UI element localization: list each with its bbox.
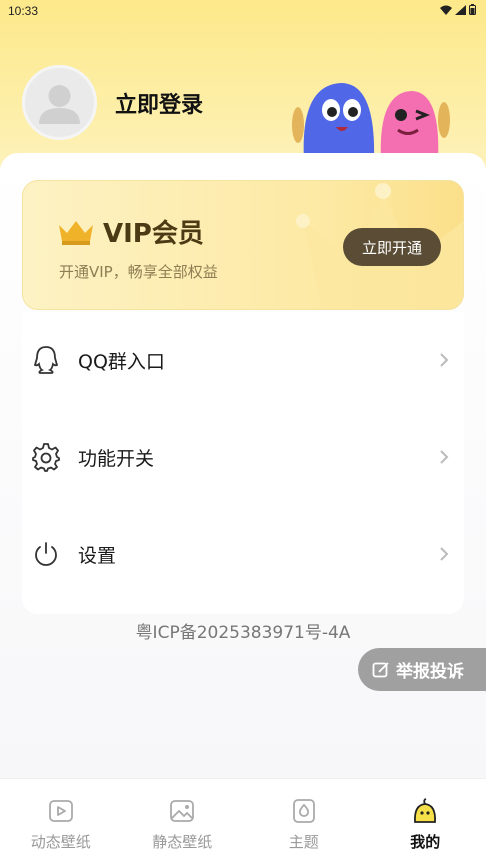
vip-title-row: VIP会员 — [57, 213, 204, 250]
profile-section[interactable]: 立即登录 — [22, 65, 203, 140]
battery-icon — [469, 4, 476, 15]
report-label: 举报投诉 — [396, 662, 464, 682]
chevron-right-icon — [440, 353, 449, 367]
crown-icon — [59, 220, 93, 245]
open-vip-button[interactable]: 立即开通 — [343, 228, 441, 266]
tab-dynamic-wallpaper[interactable]: 动态壁纸 — [0, 779, 122, 864]
tab-label: 我的 — [410, 833, 441, 851]
report-button[interactable]: 举报投诉 — [358, 648, 486, 691]
image-icon — [170, 800, 195, 822]
video-icon — [48, 800, 73, 822]
bottom-tab-bar: 动态壁纸 静态壁纸 主题 我的 — [0, 778, 486, 864]
gear-icon — [32, 443, 60, 472]
default-avatar-icon — [39, 85, 80, 124]
chevron-right-icon — [440, 547, 449, 561]
login-link[interactable]: 立即登录 — [115, 87, 203, 119]
icp-license-text: 粤ICP备2025383971号-4A — [135, 623, 351, 643]
mascot-icon — [414, 798, 437, 823]
vip-subtitle: 开通VIP，畅享全部权益 — [59, 263, 218, 281]
menu-item-feature-toggle[interactable]: 功能开关 — [22, 427, 464, 487]
chevron-right-icon — [440, 450, 449, 464]
vip-card[interactable]: VIP会员 开通VIP，畅享全部权益 立即开通 — [22, 180, 464, 310]
mascot-illustration — [292, 83, 450, 160]
menu-item-label: 功能开关 — [78, 447, 155, 470]
status-time: 10:33 — [8, 4, 39, 18]
edit-icon — [372, 661, 389, 677]
menu-card: QQ群入口 功能开关 设置 — [22, 312, 464, 614]
tab-theme[interactable]: 主题 — [243, 779, 365, 864]
tab-mine[interactable]: 我的 — [365, 779, 486, 864]
avatar[interactable] — [22, 65, 97, 140]
tab-label: 静态壁纸 — [152, 833, 213, 851]
menu-item-qq-group[interactable]: QQ群入口 — [22, 330, 464, 390]
tab-static-wallpaper[interactable]: 静态壁纸 — [122, 779, 244, 864]
vip-title: VIP会员 — [103, 219, 204, 249]
power-icon — [35, 542, 57, 566]
menu-item-label: QQ群入口 — [78, 350, 165, 373]
status-bar: 10:33 — [0, 0, 486, 22]
wifi-icon — [440, 5, 452, 15]
theme-icon — [292, 799, 315, 823]
tab-label: 主题 — [288, 833, 319, 851]
qq-icon — [33, 346, 59, 374]
menu-item-label: 设置 — [78, 544, 117, 567]
signal-icon — [455, 4, 466, 15]
status-icons — [440, 4, 476, 15]
tab-label: 动态壁纸 — [30, 833, 91, 851]
menu-item-settings[interactable]: 设置 — [22, 524, 464, 584]
